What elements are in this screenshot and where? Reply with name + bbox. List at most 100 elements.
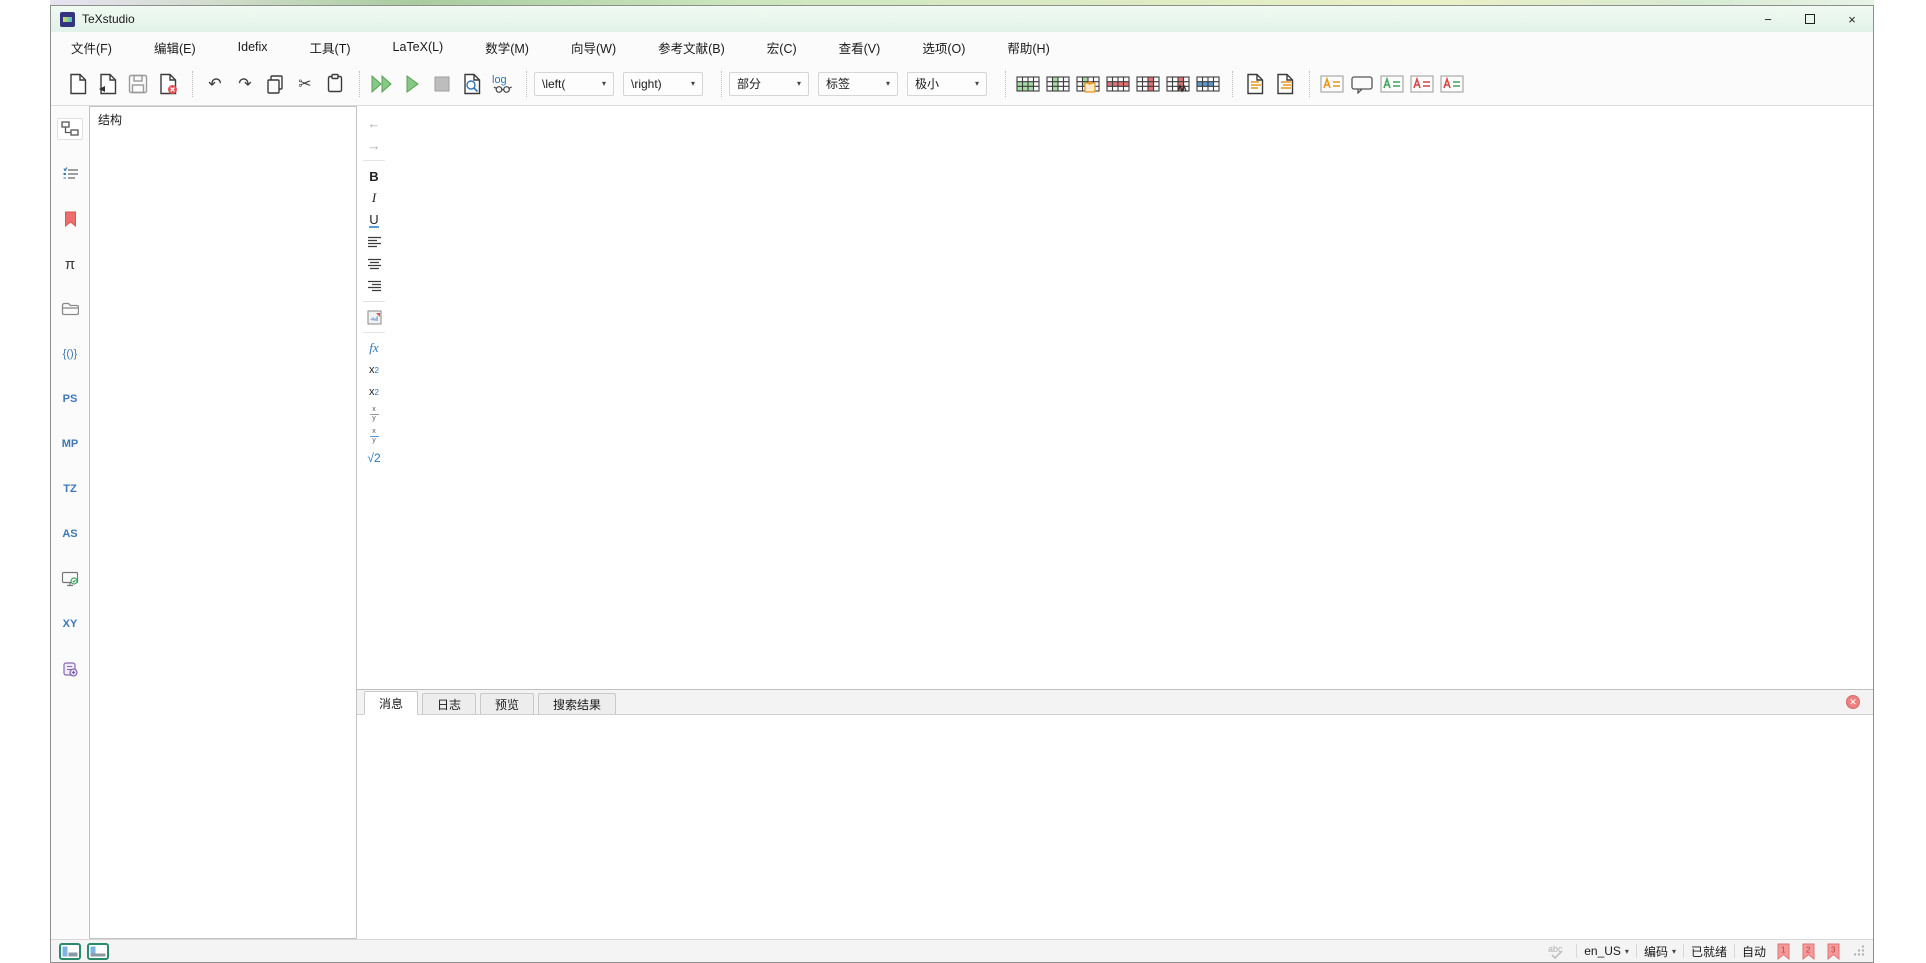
todo-note-button[interactable]	[1317, 69, 1347, 99]
maximize-button[interactable]	[1789, 6, 1831, 32]
cut-button[interactable]: ✂	[290, 69, 320, 99]
table-remove-row-button[interactable]	[1103, 69, 1133, 99]
close-button[interactable]: ×	[1831, 6, 1873, 32]
resize-grip[interactable]	[1853, 944, 1865, 959]
tab-log[interactable]: 日志	[422, 693, 476, 714]
right-delimiter-value: \right)	[631, 77, 662, 91]
tab-preview[interactable]: 预览	[480, 693, 534, 714]
view-log-button[interactable]: log	[487, 69, 517, 99]
italic-button[interactable]: I	[361, 189, 387, 207]
menu-wizard[interactable]: 向导(W)	[563, 34, 624, 61]
bookmark-2-button[interactable]: 2	[1801, 943, 1816, 960]
table-add-row-button[interactable]	[1013, 69, 1043, 99]
insert-figure-button[interactable]	[361, 308, 387, 326]
menubar: 文件(F) 编辑(E) Idefix 工具(T) LaTeX(L) 数学(M) …	[51, 32, 1873, 62]
menu-file[interactable]: 文件(F)	[63, 34, 120, 61]
menu-view[interactable]: 查看(V)	[831, 34, 889, 61]
bookmark-3-button[interactable]: 3	[1826, 943, 1841, 960]
inline-math-button[interactable]: fx	[361, 339, 387, 357]
menu-tools[interactable]: 工具(T)	[302, 34, 359, 61]
font-size-dropdown[interactable]: 极小 ▾	[907, 72, 987, 96]
paste-button[interactable]	[320, 69, 350, 99]
copy-button[interactable]	[260, 69, 290, 99]
dock-structure-button[interactable]	[57, 118, 83, 140]
dock-math-brackets-button[interactable]: {()}	[57, 343, 83, 365]
menu-help[interactable]: 帮助(H)	[999, 34, 1057, 61]
statusbar: abc en_US ▾ 编码 ▾ 已就绪 自动 1 2	[51, 939, 1873, 962]
comment-bubble-button[interactable]	[1347, 69, 1377, 99]
align-right-button[interactable]	[361, 277, 387, 295]
align-center-button[interactable]	[361, 255, 387, 273]
new-document-button[interactable]	[63, 69, 93, 99]
open-document-button[interactable]	[93, 69, 123, 99]
table-add-column-button[interactable]	[1043, 69, 1073, 99]
dock-xypic-button[interactable]: XY	[57, 613, 83, 635]
minimize-button[interactable]: −	[1747, 6, 1789, 32]
next-change-button[interactable]	[1377, 69, 1407, 99]
right-delimiter-dropdown[interactable]: \right) ▾	[623, 72, 703, 96]
dock-bookmarks-button[interactable]	[57, 208, 83, 230]
close-panel-button[interactable]: ✕	[1846, 695, 1860, 709]
xypic-label: XY	[63, 618, 78, 630]
encoding-dropdown[interactable]: 编码 ▾	[1644, 943, 1676, 960]
dock-todo-list-button[interactable]	[57, 163, 83, 185]
table-paste-column-button[interactable]	[1073, 69, 1103, 99]
view-pdf-button[interactable]	[457, 69, 487, 99]
go-forward-button[interactable]: →	[361, 136, 387, 154]
table-cut-column-button[interactable]	[1163, 69, 1193, 99]
menu-macros[interactable]: 宏(C)	[759, 34, 805, 61]
toggle-sidebar-button[interactable]	[59, 943, 81, 960]
go-back-button[interactable]: ←	[361, 114, 387, 132]
toggle-bottom-panel-button[interactable]	[87, 943, 109, 960]
align-source-button[interactable]	[1240, 69, 1270, 99]
table-format-button[interactable]	[1193, 69, 1223, 99]
compile-and-view-button[interactable]	[367, 69, 397, 99]
undo-button[interactable]: ↶	[200, 69, 230, 99]
bookmark-1-button[interactable]: 1	[1776, 943, 1791, 960]
text-editor[interactable]	[391, 106, 1873, 689]
dock-asymptote-button[interactable]: AS	[57, 523, 83, 545]
accept-change-button[interactable]	[1437, 69, 1467, 99]
redo-button[interactable]: ↷	[230, 69, 260, 99]
toolbar-separator	[359, 71, 360, 97]
label-dropdown[interactable]: 标签 ▾	[818, 72, 898, 96]
dock-macros-scroll-button[interactable]	[57, 658, 83, 680]
language-dropdown[interactable]: en_US ▾	[1584, 944, 1629, 958]
menu-bibliography[interactable]: 参考文献(B)	[650, 34, 733, 61]
previous-change-button[interactable]	[1407, 69, 1437, 99]
section-level-dropdown[interactable]: 部分 ▾	[729, 72, 809, 96]
menu-edit[interactable]: 编辑(E)	[146, 34, 204, 61]
sqrt-button[interactable]: √2	[361, 449, 387, 467]
tab-messages[interactable]: 消息	[364, 691, 418, 715]
structure-tree[interactable]	[90, 132, 356, 938]
superscript-button[interactable]: x2	[361, 383, 387, 401]
metapost-label: MP	[62, 438, 79, 450]
tab-search-results[interactable]: 搜索结果	[538, 693, 616, 714]
table-remove-column-button[interactable]	[1133, 69, 1163, 99]
align-left-button[interactable]	[361, 233, 387, 251]
small-fraction-button[interactable]: xy	[361, 405, 387, 423]
save-button[interactable]	[123, 69, 153, 99]
dock-beamer-button[interactable]	[57, 568, 83, 590]
spellcheck-indicator[interactable]: abc	[1547, 943, 1569, 960]
reindent-source-button[interactable]	[1270, 69, 1300, 99]
menu-options[interactable]: 选项(O)	[914, 34, 973, 61]
dock-metapost-button[interactable]: MP	[57, 433, 83, 455]
stop-button[interactable]	[427, 69, 457, 99]
dock-tikz-button[interactable]: TZ	[57, 478, 83, 500]
menu-math[interactable]: 数学(M)	[477, 34, 537, 61]
left-delimiter-dropdown[interactable]: \left( ▾	[534, 72, 614, 96]
dock-files-button[interactable]	[57, 298, 83, 320]
menu-latex[interactable]: LaTeX(L)	[385, 36, 452, 58]
compile-button[interactable]	[397, 69, 427, 99]
bold-button[interactable]: B	[361, 167, 387, 185]
dock-symbols-button[interactable]: π	[57, 253, 83, 275]
fraction-button[interactable]: xy	[361, 427, 387, 445]
menu-idefix[interactable]: Idefix	[230, 36, 276, 58]
dock-pstricks-button[interactable]: PS	[57, 388, 83, 410]
subscript-button[interactable]: x2	[361, 361, 387, 379]
window-controls: − ×	[1747, 6, 1873, 32]
structure-panel: 结构	[89, 106, 357, 939]
close-document-button[interactable]	[153, 69, 183, 99]
underline-button[interactable]: U	[361, 211, 387, 229]
